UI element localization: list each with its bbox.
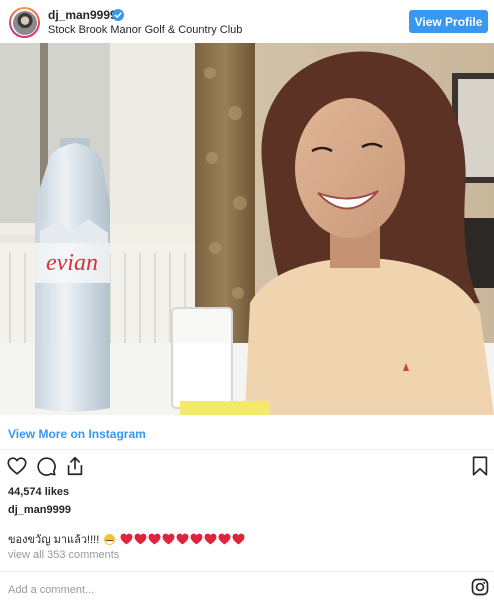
username[interactable]: dj_man9999	[48, 8, 117, 22]
red-heart-icon	[134, 533, 147, 545]
post-photo[interactable]: evian	[0, 43, 494, 415]
heart-outline-icon[interactable]	[6, 455, 28, 477]
location-link[interactable]: Stock Brook Manor Golf & Country Club	[48, 24, 242, 36]
hearts-row	[120, 533, 245, 545]
avatar-ring	[11, 9, 38, 36]
post-caption: ของขวัญ มาแล้ว!!!!	[8, 530, 245, 548]
red-heart-icon	[204, 533, 217, 545]
red-heart-icon	[176, 533, 189, 545]
photo-illustration: evian	[0, 43, 494, 415]
share-arrow-icon[interactable]	[64, 455, 86, 477]
instagram-embed: dj_man9999 Stock Brook Manor Golf & Coun…	[0, 0, 494, 603]
view-profile-button[interactable]: View Profile	[409, 10, 488, 33]
post-author[interactable]: dj_man9999	[8, 504, 71, 516]
caption-text: ของขวัญ มาแล้ว!!!!	[8, 534, 100, 546]
verified-badge-icon	[112, 9, 124, 21]
red-heart-icon	[218, 533, 231, 545]
red-heart-icon	[162, 533, 175, 545]
add-comment-input[interactable]: Add a comment...	[8, 584, 94, 596]
divider	[0, 449, 494, 450]
red-heart-icon	[120, 533, 133, 545]
red-heart-icon	[190, 533, 203, 545]
instagram-logo-icon[interactable]	[471, 578, 489, 596]
avatar[interactable]	[9, 7, 40, 38]
avatar-photo	[12, 10, 37, 35]
view-more-link[interactable]: View More on Instagram	[8, 427, 146, 441]
bottle-label: evian	[46, 250, 98, 276]
red-heart-icon	[232, 533, 245, 545]
view-all-comments-link[interactable]: view all 353 comments	[8, 549, 119, 561]
likes-count[interactable]: 44,574 likes	[8, 486, 69, 498]
red-heart-icon	[148, 533, 161, 545]
divider	[0, 571, 494, 572]
grinning-face-icon	[104, 533, 116, 545]
post-header: dj_man9999 Stock Brook Manor Golf & Coun…	[0, 0, 494, 43]
speech-bubble-icon[interactable]	[35, 455, 57, 477]
bookmark-icon[interactable]	[469, 455, 491, 477]
